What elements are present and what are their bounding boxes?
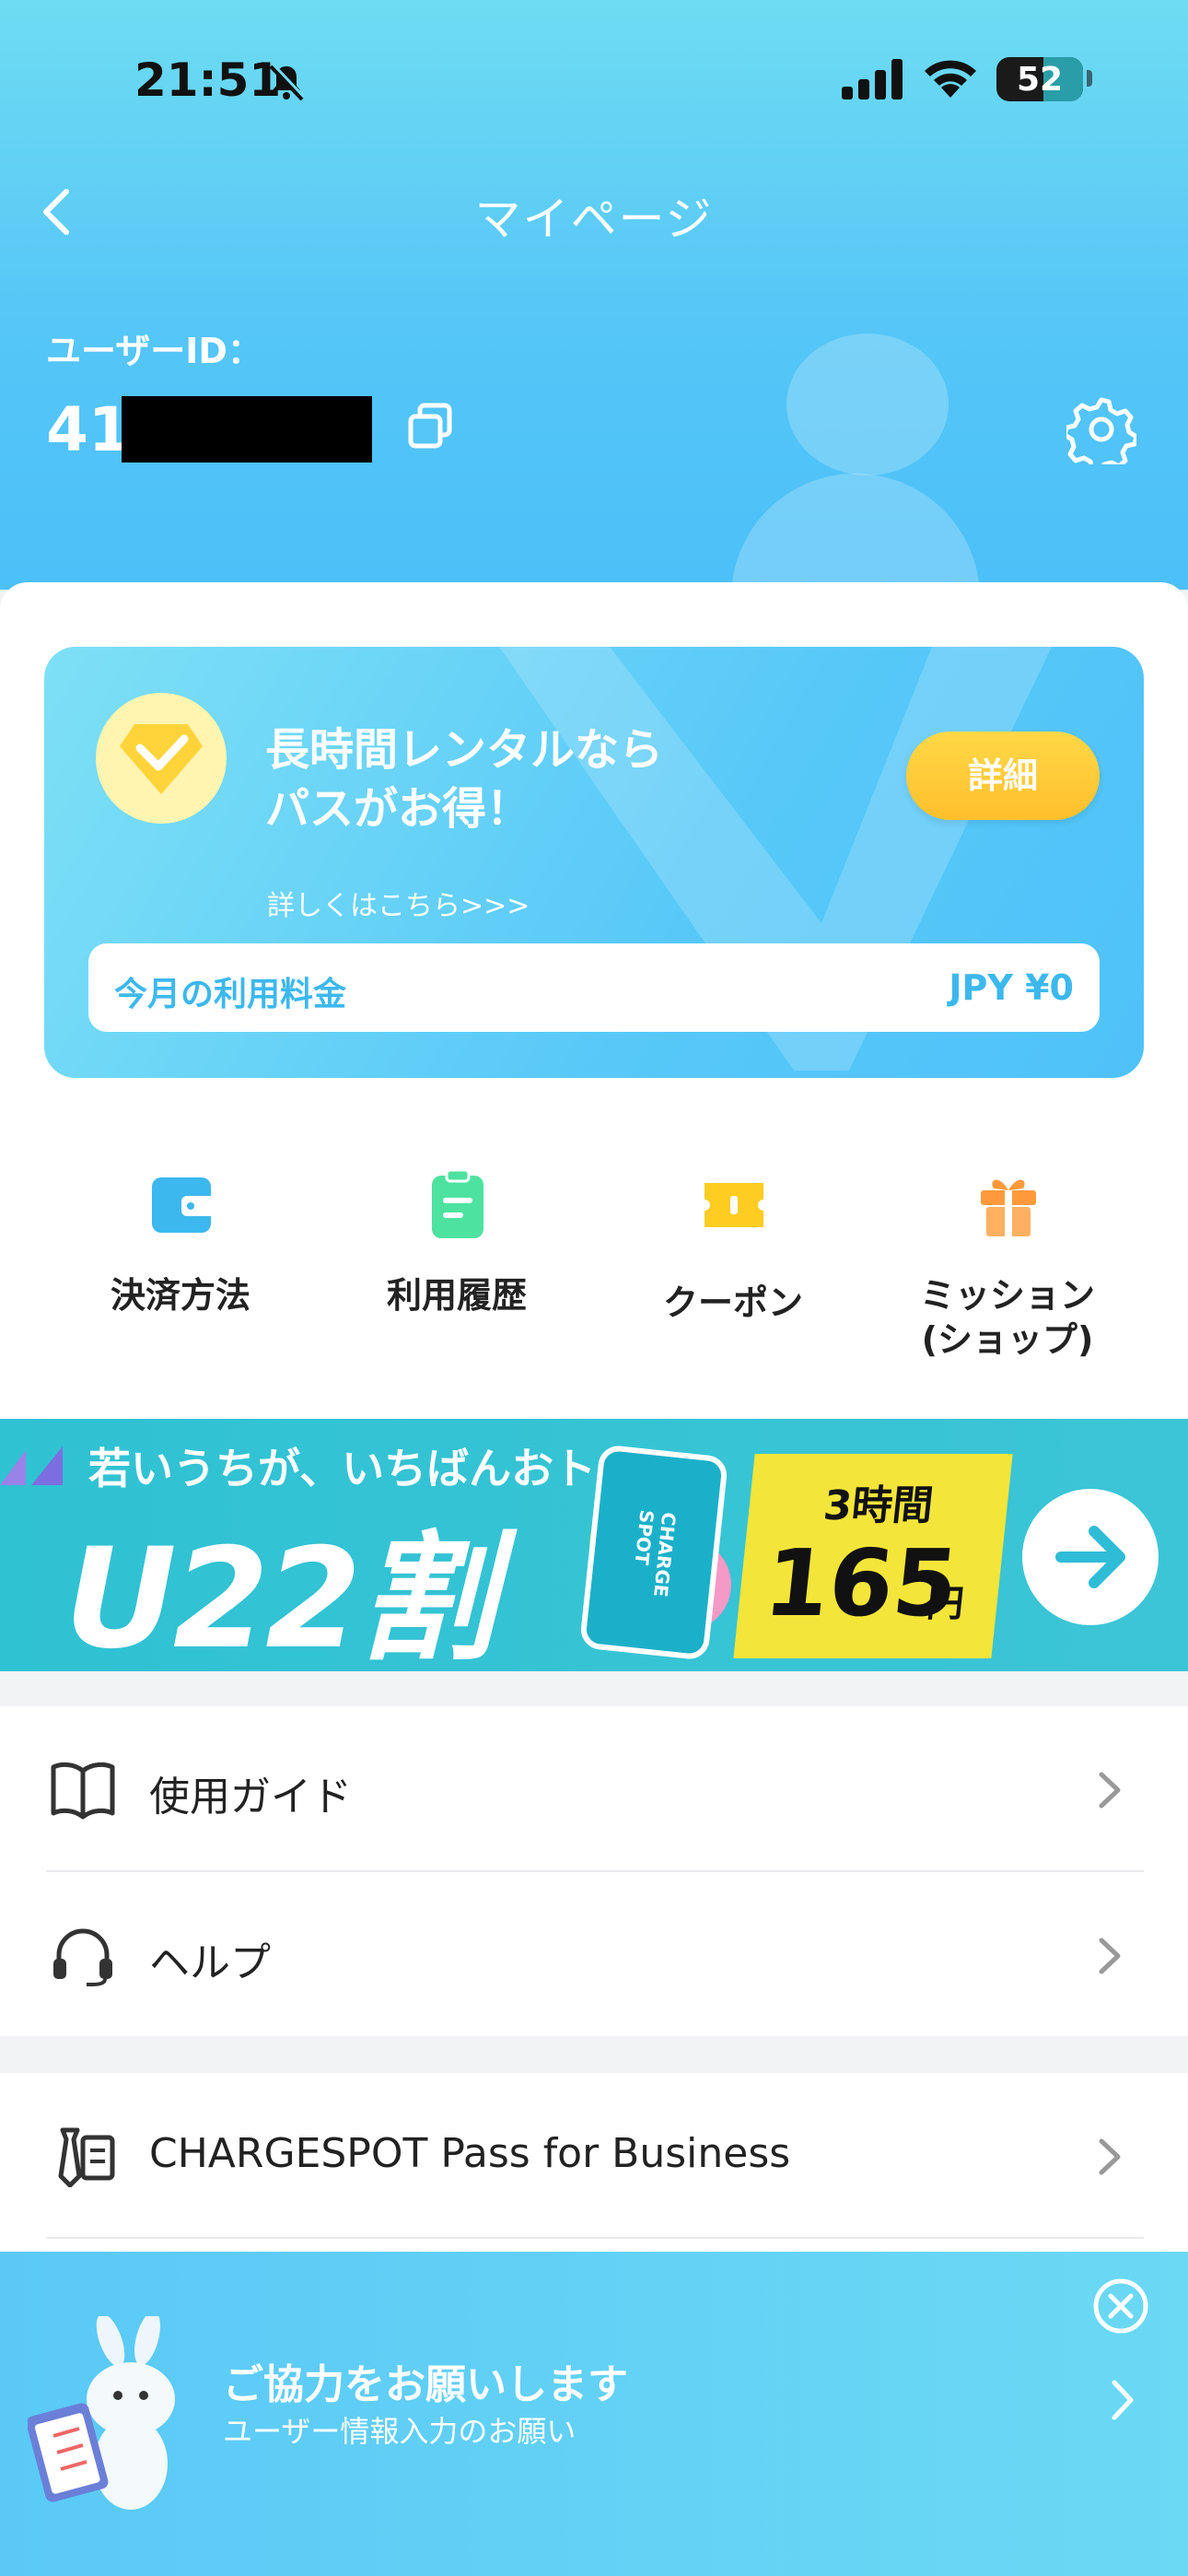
business-icon xyxy=(58,2127,115,2187)
pass-title-line: 長時間レンタルなら パスがお得！ xyxy=(265,724,664,835)
price-duration: 3時間 xyxy=(821,1482,936,1529)
pass-title: 長時間レンタルなら パスがお得！ xyxy=(265,720,744,838)
banner-decoration xyxy=(0,1446,63,1485)
status-time: 21:51 xyxy=(134,53,282,107)
menu-item-guide[interactable]: 使用ガイド xyxy=(0,1706,1188,1870)
chevron-right-icon xyxy=(1099,1938,1121,1974)
divider xyxy=(46,2237,1144,2239)
copy-icon[interactable] xyxy=(405,400,457,451)
chevron-right-icon[interactable] xyxy=(1109,2377,1136,2423)
quick-action-payment[interactable]: 決済方法 xyxy=(42,1170,319,1382)
quick-action-mission[interactable]: ミッション (ショップ) xyxy=(869,1170,1146,1382)
user-id-value: 41 xyxy=(46,394,131,465)
quick-action-label: クーポン xyxy=(662,1282,803,1323)
cellular-signal-icon xyxy=(842,59,903,100)
battery-percent: 52 xyxy=(1016,61,1064,99)
popup-title: ご協力をお願いします xyxy=(223,2361,628,2408)
u22-promo-banner[interactable]: 若いうちが、いちばんおトク。 U22割 CHARGE SPOT 3時間 165 … xyxy=(0,1419,1188,1671)
menu-item-business-pass[interactable]: CHARGESPOT Pass for Business xyxy=(0,2073,1188,2237)
avatar-body-shape xyxy=(731,474,980,590)
clipboard-icon xyxy=(432,1170,483,1238)
avatar-head-shape xyxy=(786,334,949,475)
popup-subtitle: ユーザー情報入力のお願い xyxy=(223,2414,577,2449)
bell-slash-icon xyxy=(269,62,306,101)
menu-group-guide: 使用ガイド ヘルプ xyxy=(0,1706,1188,2036)
menu-group-business: CHARGESPOT Pass for Business xyxy=(0,2073,1188,2257)
gear-icon[interactable] xyxy=(1066,394,1136,464)
wifi-icon xyxy=(925,60,976,98)
battery-tip xyxy=(1087,70,1092,87)
chevron-right-icon xyxy=(1099,1772,1121,1809)
banner-headline: U22割 xyxy=(64,1519,496,1671)
quick-action-coupon[interactable]: クーポン xyxy=(595,1170,871,1382)
book-icon xyxy=(51,1762,115,1820)
gift-icon xyxy=(981,1179,1036,1236)
banner-price-box: 3時間 165 円 xyxy=(733,1454,1013,1658)
menu-item-help[interactable]: ヘルプ xyxy=(0,1872,1188,2036)
status-bar: 21:51 52 xyxy=(0,0,1188,157)
page-title: マイページ xyxy=(474,193,714,246)
quick-action-label: 利用履歴 xyxy=(386,1275,527,1316)
headset-icon xyxy=(53,1928,112,1986)
battery-phone-image: CHARGE SPOT xyxy=(578,1444,729,1661)
battery-indicator: 52 xyxy=(996,57,1083,101)
menu-item-label: CHARGESPOT Pass for Business xyxy=(149,2130,791,2177)
phone-brand-text: CHARGE SPOT xyxy=(630,1508,681,1598)
user-info-request-popup[interactable]: ご協力をお願いします ユーザー情報入力のお願い xyxy=(0,2252,1188,2576)
monthly-fee-label: 今月の利用料金 xyxy=(114,976,347,1013)
user-id-redaction xyxy=(122,396,372,463)
monthly-fee-box: 今月の利用料金 JPY ¥0 xyxy=(88,943,1100,1032)
wallet-icon xyxy=(152,1177,215,1233)
monthly-fee-value: JPY ¥0 xyxy=(949,967,1074,1008)
quick-action-history[interactable]: 利用履歴 xyxy=(319,1170,595,1382)
quick-action-label: 決済方法 xyxy=(110,1275,250,1316)
quick-action-label: ミッション (ショップ) xyxy=(919,1275,1095,1360)
chevron-right-icon xyxy=(1099,2138,1121,2175)
price-unit: 円 xyxy=(925,1583,966,1625)
menu-item-label: ヘルプ xyxy=(149,1939,271,1986)
menu-item-label: 使用ガイド xyxy=(149,1774,352,1821)
header: 21:51 52 マイページ ユーザーID： 41 xyxy=(0,0,1188,590)
arrow-right-icon xyxy=(1055,1526,1125,1588)
user-id-label: ユーザーID： xyxy=(46,331,262,371)
rabbit-mascot-image xyxy=(28,2316,175,2510)
pass-card[interactable]: 長時間レンタルなら パスがお得！ 詳しくはこちら>>> 詳細 今月の利用料金 JP… xyxy=(44,647,1144,1078)
close-icon[interactable] xyxy=(1092,2277,1149,2335)
details-button[interactable]: 詳細 xyxy=(906,732,1100,820)
ticket-icon xyxy=(705,1183,763,1227)
pass-diamond-icon xyxy=(96,693,227,824)
pass-details-link[interactable]: 詳しくはこちら>>> xyxy=(267,883,530,923)
banner-arrow-button[interactable] xyxy=(1022,1489,1159,1625)
